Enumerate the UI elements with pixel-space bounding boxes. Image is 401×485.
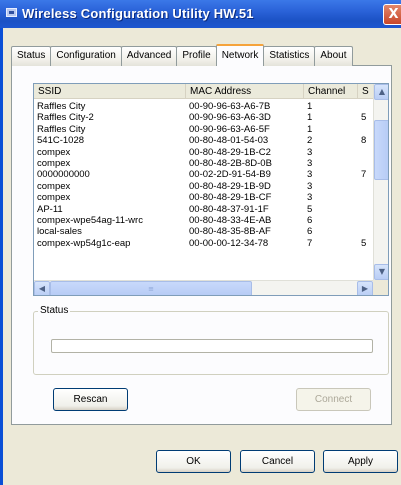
network-cell-s: 7: [361, 169, 367, 181]
tab-about[interactable]: About: [314, 46, 353, 66]
network-cell-mac: 00-02-2D-91-54-B9: [189, 169, 271, 181]
scroll-down-icon[interactable]: ▼: [374, 264, 388, 280]
cancel-button[interactable]: Cancel: [240, 450, 315, 473]
column-header-ssid[interactable]: SSID: [34, 84, 186, 99]
network-row[interactable]: 541C-1028 00-80-48-01-54-03 2 8: [34, 135, 388, 146]
network-list[interactable]: SSID MAC Address Channel S Raffles City 0…: [33, 83, 389, 296]
network-row[interactable]: compex 00-80-48-2B-8D-0B 3: [34, 158, 388, 169]
scroll-right-icon[interactable]: ▶: [357, 281, 373, 295]
network-cell-ssid: compex: [37, 158, 71, 169]
tab-profile[interactable]: Profile: [176, 46, 217, 66]
network-cell-mac: 00-80-48-29-1B-C2: [189, 146, 271, 158]
tab-advanced[interactable]: Advanced: [120, 46, 178, 66]
network-cell-mac: 00-80-48-35-8B-AF: [189, 226, 271, 238]
network-row[interactable]: compex-wpe54ag-11-wrc 00-80-48-33-4E-AB 6: [34, 215, 388, 226]
network-cell-mac: 00-90-96-63-A6-7B: [189, 101, 271, 112]
network-cell-s: [361, 181, 373, 192]
status-progress-bar: [51, 339, 373, 353]
network-row[interactable]: compex 00-80-48-29-1B-CF 3: [34, 192, 388, 203]
network-cell-channel: 3: [307, 180, 313, 192]
network-cell-ssid: AP-11: [37, 203, 63, 215]
tab-network[interactable]: Network: [215, 44, 265, 66]
network-cell-ssid: Raffles City: [37, 101, 86, 112]
network-cell-channel: 2: [307, 135, 313, 147]
horizontal-scroll-thumb[interactable]: ≡: [50, 281, 252, 295]
network-cell-mac: 00-90-96-63-A6-3D: [189, 112, 271, 124]
network-cell-mac: 00-00-00-12-34-78: [189, 237, 269, 249]
network-cell-channel: 6: [307, 226, 313, 238]
window-title: Wireless Configuration Utility HW.51: [22, 6, 254, 21]
network-cell-ssid: compex: [37, 180, 71, 192]
scroll-up-icon[interactable]: ▲: [374, 84, 388, 100]
network-cell-s: [361, 124, 373, 135]
network-cell-ssid: compex-wpe54ag-11-wrc: [37, 215, 143, 226]
network-cell-s: [361, 204, 373, 215]
network-cell-s: [361, 215, 373, 226]
network-cell-channel: 1: [307, 101, 313, 112]
network-row[interactable]: Raffles City-2 00-90-96-63-A6-3D 1 5: [34, 112, 388, 123]
network-cell-channel: 3: [307, 146, 313, 158]
network-cell-mac: 00-80-48-29-1B-CF: [189, 192, 272, 204]
network-cell-channel: 5: [307, 203, 313, 215]
network-cell-mac: 00-80-48-29-1B-9D: [189, 180, 271, 192]
network-cell-channel: 6: [307, 215, 313, 226]
column-header-signal[interactable]: S: [358, 84, 374, 99]
network-cell-s: [361, 101, 373, 112]
network-cell-channel: 3: [307, 158, 313, 169]
network-row[interactable]: compex-wp54g1c-eap 00-00-00-12-34-78 7 5: [34, 238, 388, 249]
title-bar: Wireless Configuration Utility HW.51 X: [0, 0, 401, 28]
network-cell-ssid: Raffles City-2: [37, 112, 94, 124]
network-cell-ssid: 541C-1028: [37, 135, 85, 147]
network-row[interactable]: compex 00-80-48-29-1B-9D 3: [34, 181, 388, 192]
network-cell-channel: 3: [307, 192, 313, 204]
connect-button[interactable]: Connect: [296, 388, 371, 411]
network-cell-s: [361, 158, 373, 169]
network-cell-ssid: Raffles City: [37, 123, 86, 135]
network-cell-s: [361, 147, 373, 158]
column-header-mac-address[interactable]: MAC Address: [186, 84, 304, 99]
network-row[interactable]: local-sales 00-80-48-35-8B-AF 6: [34, 226, 388, 237]
network-cell-channel: 7: [307, 237, 313, 249]
network-cell-s: 8: [361, 135, 367, 147]
horizontal-scrollbar[interactable]: ◀ ≡ ▶: [34, 280, 373, 295]
network-cell-s: 5: [361, 112, 367, 124]
rescan-button[interactable]: Rescan: [53, 388, 128, 411]
close-button[interactable]: X: [383, 4, 401, 25]
network-cell-ssid: compex-wp54g1c-eap: [37, 237, 131, 249]
column-header-channel[interactable]: Channel: [304, 84, 358, 99]
scroll-left-icon[interactable]: ◀: [34, 281, 50, 295]
network-cell-ssid: local-sales: [37, 226, 82, 238]
network-cell-channel: 1: [307, 123, 313, 135]
status-group-label: Status: [38, 305, 71, 316]
vertical-scroll-thumb[interactable]: [374, 120, 388, 180]
app-icon: [6, 8, 17, 17]
network-cell-ssid: compex: [37, 146, 71, 158]
tab-status[interactable]: Status: [11, 46, 52, 66]
network-row[interactable]: Raffles City 00-90-96-63-A6-7B 1: [34, 101, 388, 112]
tab-statistics[interactable]: Statistics: [263, 46, 316, 66]
tab-strip: Status Configuration Advanced Profile Ne…: [11, 44, 353, 66]
network-cell-mac: 00-80-48-33-4E-AB: [189, 215, 272, 226]
network-cell-s: [361, 192, 373, 203]
network-row[interactable]: Raffles City 00-90-96-63-A6-5F 1: [34, 124, 388, 135]
network-cell-ssid: compex: [37, 192, 71, 204]
network-cell-s: 5: [361, 237, 367, 249]
apply-button[interactable]: Apply: [323, 450, 398, 473]
vertical-scrollbar[interactable]: ▲ ▼: [373, 84, 388, 280]
ok-button[interactable]: OK: [156, 450, 231, 473]
network-cell-channel: 1: [307, 112, 313, 124]
network-cell-mac: 00-80-48-2B-8D-0B: [189, 158, 272, 169]
network-cell-mac: 00-80-48-01-54-03: [189, 135, 269, 147]
network-row[interactable]: compex 00-80-48-29-1B-C2 3: [34, 147, 388, 158]
network-cell-ssid: 0000000000: [37, 169, 90, 181]
network-cell-channel: 3: [307, 169, 313, 181]
network-row[interactable]: 0000000000 00-02-2D-91-54-B9 3 7: [34, 169, 388, 180]
tab-configuration[interactable]: Configuration: [50, 46, 122, 66]
network-row[interactable]: AP-11 00-80-48-37-91-1F 5: [34, 204, 388, 215]
scroll-corner: [373, 280, 388, 295]
network-cell-s: [361, 226, 373, 237]
network-cell-mac: 00-90-96-63-A6-5F: [189, 123, 270, 135]
network-cell-mac: 00-80-48-37-91-1F: [189, 203, 269, 215]
network-list-header: SSID MAC Address Channel S: [34, 84, 388, 99]
